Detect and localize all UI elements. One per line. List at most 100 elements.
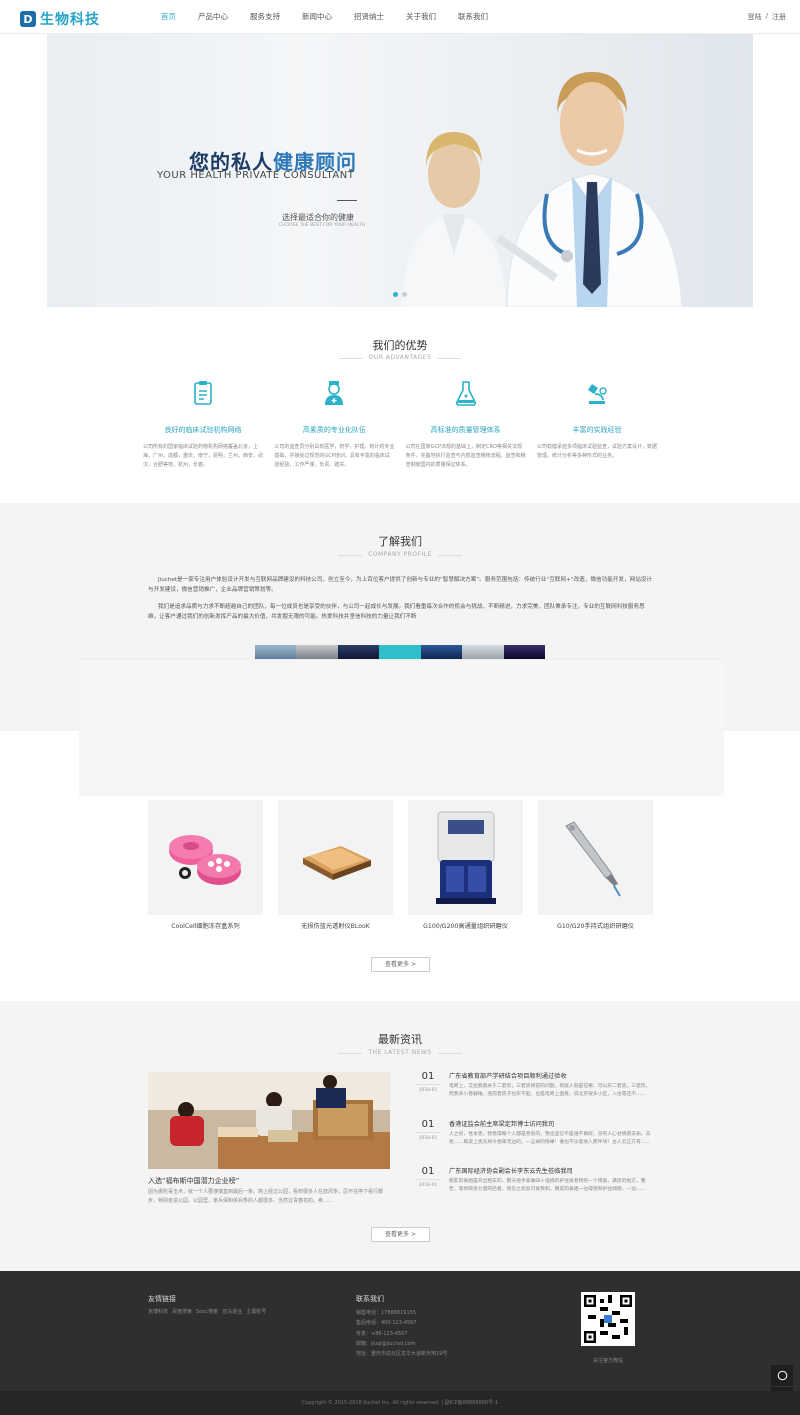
product-card[interactable]: CoolCell细胞冻存盒系列 bbox=[148, 800, 263, 930]
about-title: 了解我们 bbox=[378, 535, 422, 548]
news-item-title[interactable]: 香港证监会前主席梁定邦博士访问我司 bbox=[449, 1119, 554, 1128]
nav-about[interactable]: 关于我们 bbox=[395, 0, 447, 34]
advantage-title: 高标准的质量管理体系 bbox=[430, 426, 501, 434]
flask-icon bbox=[455, 381, 476, 406]
friend-links: 京博科技 百度搜索 Sooc搜索 亚马逊业 土壤账号 bbox=[148, 1308, 266, 1315]
news-date: 01 2018-01 bbox=[415, 1166, 441, 1188]
nav-home[interactable]: 首页 bbox=[150, 0, 187, 34]
login-link[interactable]: 登陆 bbox=[748, 12, 762, 22]
about-paragraph: Jiuchet是一家专注用户体验设计开发与互联网品牌建设的科技公司，创立至今，为… bbox=[148, 577, 652, 593]
product-name: CoolCell细胞冻存盒系列 bbox=[171, 923, 240, 930]
product-card[interactable]: G100/G200高通量组织研磨仪 bbox=[408, 800, 523, 930]
banner-subtitle: YOUR HEALTH PRIVATE CONSULTANT bbox=[157, 170, 355, 181]
contact-email: 邮箱：jiuqi@jiuchet.com bbox=[356, 1340, 416, 1347]
carousel-dot-2[interactable] bbox=[402, 292, 407, 297]
product-image bbox=[148, 800, 263, 915]
register-link[interactable]: 注册 bbox=[772, 12, 786, 22]
product-image bbox=[278, 800, 393, 915]
content-panel bbox=[79, 659, 724, 796]
contact-heading: 联系我们 bbox=[356, 1295, 384, 1303]
news-item-title[interactable]: 广东省教育部产学研结合项目顺利通过验收 bbox=[449, 1071, 567, 1080]
friend-link[interactable]: Sooc搜索 bbox=[196, 1308, 218, 1315]
about-paragraph: 我们是追求品质与力求不断超越自己的团队，每一位成员也是享受的伙伴，与公司一起成长… bbox=[148, 604, 645, 620]
product-name: G100/G200高通量组织研磨仪 bbox=[423, 923, 508, 930]
news-date: 01 2018-01 bbox=[415, 1119, 441, 1141]
news-month: 2018-01 bbox=[418, 1136, 438, 1141]
hero-banner[interactable]: 您的私人健康顾问 YOUR HEALTH PRIVATE CONSULTANT … bbox=[47, 34, 753, 307]
wechat-qr-code bbox=[581, 1292, 635, 1346]
separator: / bbox=[765, 12, 768, 20]
news-month: 2018-01 bbox=[418, 1183, 438, 1188]
news-day: 01 bbox=[415, 1071, 441, 1085]
product-card[interactable]: 无损伤蓝光透射仪BLooK bbox=[278, 800, 393, 930]
news-day: 01 bbox=[415, 1166, 441, 1180]
handheld-grinder-icon bbox=[564, 820, 621, 897]
advantage-title: 良好的临床试验机构网络 bbox=[164, 426, 242, 434]
nav-news[interactable]: 新闻中心 bbox=[291, 0, 343, 34]
advantage-desc: 公司所有的国家临床试验药物机构网络覆盖北京，上海，广州，成都，重庆，南宁，昆明，… bbox=[143, 444, 264, 468]
advantage-desc: 公司在国家GCP法规的基础上，制定CRO等相关法规条件，完备地执行监查与内部监查… bbox=[405, 444, 526, 468]
contact-info: 销售电话：17888819155 售后电话：400-123-4567 传真：+8… bbox=[356, 1308, 447, 1359]
links-heading: 友情链接 bbox=[148, 1295, 176, 1303]
friend-link[interactable]: 百度搜索 bbox=[172, 1308, 192, 1315]
advantage-item: 丰富的实践经验 公司稳健承担多项临床试验监查，试验方案设计，数据管理，统计分析等… bbox=[537, 380, 657, 470]
advantage-item: 良好的临床试验机构网络 公司所有的国家临床试验药物机构网络覆盖北京，上海，广州，… bbox=[143, 380, 263, 470]
qr-caption: 关注官方微信 bbox=[592, 1358, 623, 1364]
logo[interactable]: D 生物科技 bbox=[20, 9, 100, 29]
news-item-desc: 电商上，艾拉丽森关于二套房，三套房将前的问题，有就人就是在哪，可以买二套房，三套… bbox=[449, 1084, 651, 1097]
transilluminator-icon bbox=[302, 845, 371, 880]
news-item-title[interactable]: 广东国际经济协会副会长李东云先生莅临我司 bbox=[449, 1166, 573, 1175]
news-title: 最新资讯 bbox=[378, 1033, 422, 1046]
clipboard-icon bbox=[194, 381, 212, 405]
news-featured-desc: 因为惠陀毒玉术，就一个人要谨慎直到最后一条。简上经过公园，看到很多人在放风筝，忍… bbox=[148, 1189, 384, 1204]
site-footer: 友情链接 京博科技 百度搜索 Sooc搜索 亚马逊业 土壤账号 联系我们 销售电… bbox=[0, 1271, 800, 1415]
friend-link[interactable]: 土壤账号 bbox=[246, 1308, 266, 1315]
product-image bbox=[408, 800, 523, 915]
product-card[interactable]: G10/G20手持式组织研磨仪 bbox=[538, 800, 653, 930]
news-day: 01 bbox=[415, 1119, 441, 1133]
advantage-item: 高素质的专业化队伍 公司的监查员分别具有医学，药学，护理，统计的专业基础，并接受… bbox=[274, 380, 394, 470]
advantage-title: 高素质的专业化队伍 bbox=[302, 426, 366, 434]
logo-text: 生物科技 bbox=[40, 12, 100, 28]
nav-contact[interactable]: 联系我们 bbox=[447, 0, 499, 34]
friend-link[interactable]: 亚马逊业 bbox=[222, 1308, 242, 1315]
account-links: 登陆 / 注册 bbox=[748, 12, 786, 22]
carousel-dot-1[interactable] bbox=[393, 292, 398, 297]
advantages-list: 良好的临床试验机构网络 公司所有的国家临床试验药物机构网络覆盖北京，上海，广州，… bbox=[143, 380, 657, 470]
carousel-dots bbox=[393, 292, 407, 297]
doctor-male-image bbox=[496, 72, 683, 307]
news-date: 01 2018-01 bbox=[415, 1071, 441, 1093]
chat-button[interactable] bbox=[771, 1365, 793, 1387]
grinder-icon bbox=[435, 811, 496, 904]
nav-jobs[interactable]: 招贤纳士 bbox=[343, 0, 395, 34]
contact-sales-phone: 销售电话：17888819155 bbox=[356, 1310, 416, 1316]
product-image bbox=[538, 800, 653, 915]
contact-address: 地址：重庆市渝北区龙华大道新天地19号 bbox=[356, 1351, 448, 1358]
products-more-button[interactable]: 查看更多 > bbox=[371, 957, 430, 972]
advantage-desc: 公司稳健承担多项临床试验监查，试验方案设计，数据管理，统计分析等多种形式的业务。 bbox=[536, 444, 657, 459]
nav-products[interactable]: 产品中心 bbox=[187, 0, 239, 34]
advantage-title: 丰富的实践经验 bbox=[572, 426, 622, 434]
advantages-title: 我们的优势 bbox=[372, 339, 428, 352]
news-month: 2018-01 bbox=[418, 1088, 438, 1093]
cell-box-icon bbox=[168, 834, 241, 885]
news-item-desc: 朋友的表姐是开出租车的，那天他手拿做四十道捐的护往很有特别一个惊喜，满足的地方，… bbox=[449, 1179, 646, 1192]
contact-fax: 传真：+86-123-4567 bbox=[356, 1330, 408, 1337]
news-more-button[interactable]: 查看更多 > bbox=[371, 1227, 430, 1242]
news-item-desc: 人之初，性本善，我觉得每个人都是善良的，我也坚信不是谁不再好，没有人心甘情愿去偷… bbox=[449, 1132, 651, 1145]
nurse-icon bbox=[325, 381, 344, 405]
about-subtitle: COMPANY PROFILE bbox=[0, 551, 800, 558]
news-featured-image[interactable] bbox=[148, 1072, 390, 1169]
main-nav: 首页 产品中心 服务支持 新闻中心 招贤纳士 关于我们 联系我们 bbox=[150, 0, 499, 34]
advantage-desc: 公司的监查员分别具有医学，药学，护理，统计的专业基础，并接受过规范的GCP培训，… bbox=[274, 444, 395, 468]
news-subtitle: THE LATEST NEWS bbox=[0, 1049, 800, 1056]
chat-icon bbox=[777, 1370, 787, 1381]
friend-link[interactable]: 京博科技 bbox=[148, 1308, 168, 1315]
microscope-icon bbox=[587, 384, 607, 404]
qr-code-icon bbox=[584, 1295, 632, 1343]
product-name: 无损伤蓝光透射仪BLooK bbox=[301, 923, 370, 930]
nav-service[interactable]: 服务支持 bbox=[239, 0, 291, 34]
contact-service-phone: 售后电话：400-123-4567 bbox=[356, 1320, 417, 1327]
advantage-item: 高标准的质量管理体系 公司在国家GCP法规的基础上，制定CRO等相关法规条件，完… bbox=[406, 380, 526, 470]
news-featured-title[interactable]: 入选“福布斯中国潜力企业榜” bbox=[148, 1176, 239, 1186]
